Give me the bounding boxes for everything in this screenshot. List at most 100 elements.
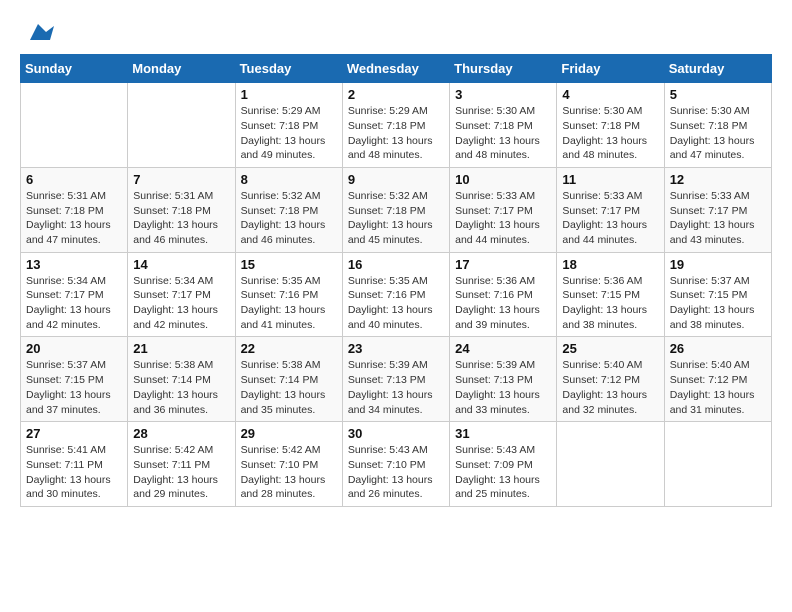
logo: [20, 20, 54, 44]
calendar-day-cell: 3 Sunrise: 5:30 AM Sunset: 7:18 PM Daylig…: [450, 83, 557, 168]
day-info: Sunrise: 5:29 AM Sunset: 7:18 PM Dayligh…: [348, 104, 444, 163]
day-info: Sunrise: 5:29 AM Sunset: 7:18 PM Dayligh…: [241, 104, 337, 163]
day-number: 4: [562, 87, 658, 102]
calendar-day-cell: 15 Sunrise: 5:35 AM Sunset: 7:16 PM Dayli…: [235, 252, 342, 337]
calendar-day-cell: 26Sunrise: 5:40 AM Sunset: 7:12 PM Dayli…: [664, 337, 771, 422]
day-info: Sunrise: 5:30 AM Sunset: 7:18 PM Dayligh…: [562, 104, 658, 163]
day-number: 6: [26, 172, 122, 187]
calendar-day-cell: 23Sunrise: 5:39 AM Sunset: 7:13 PM Dayli…: [342, 337, 449, 422]
day-info: Sunrise: 5:34 AM Sunset: 7:17 PM Dayligh…: [26, 274, 122, 333]
day-info: Sunrise: 5:36 AM Sunset: 7:15 PM Dayligh…: [562, 274, 658, 333]
day-info: Sunrise: 5:40 AM Sunset: 7:12 PM Dayligh…: [670, 358, 766, 417]
calendar-day-cell: [557, 422, 664, 507]
calendar-day-cell: [21, 83, 128, 168]
day-info: Sunrise: 5:42 AM Sunset: 7:10 PM Dayligh…: [241, 443, 337, 502]
calendar-day-cell: 14Sunrise: 5:34 AM Sunset: 7:17 PM Dayli…: [128, 252, 235, 337]
day-number: 24: [455, 341, 551, 356]
day-number: 13: [26, 257, 122, 272]
calendar-table: SundayMondayTuesdayWednesdayThursdayFrid…: [20, 54, 772, 507]
calendar-day-cell: 11 Sunrise: 5:33 AM Sunset: 7:17 PM Dayli…: [557, 167, 664, 252]
calendar-week-row: 6 Sunrise: 5:31 AM Sunset: 7:18 PM Daylig…: [21, 167, 772, 252]
calendar-day-cell: 21 Sunrise: 5:38 AM Sunset: 7:14 PM Dayli…: [128, 337, 235, 422]
day-number: 1: [241, 87, 337, 102]
day-number: 17: [455, 257, 551, 272]
day-number: 30: [348, 426, 444, 441]
calendar-day-cell: 28Sunrise: 5:42 AM Sunset: 7:11 PM Dayli…: [128, 422, 235, 507]
calendar-day-cell: 13 Sunrise: 5:34 AM Sunset: 7:17 PM Dayli…: [21, 252, 128, 337]
day-number: 15: [241, 257, 337, 272]
day-info: Sunrise: 5:33 AM Sunset: 7:17 PM Dayligh…: [670, 189, 766, 248]
calendar-day-cell: 6Sunrise: 5:31 AM Sunset: 7:18 PM Daylig…: [21, 167, 128, 252]
calendar-day-cell: 25 Sunrise: 5:40 AM Sunset: 7:12 PM Dayli…: [557, 337, 664, 422]
logo-bird-icon: [22, 22, 54, 44]
calendar-week-row: 27Sunrise: 5:41 AM Sunset: 7:11 PM Dayli…: [21, 422, 772, 507]
calendar-day-cell: 4 Sunrise: 5:30 AM Sunset: 7:18 PM Daylig…: [557, 83, 664, 168]
day-info: Sunrise: 5:33 AM Sunset: 7:17 PM Dayligh…: [562, 189, 658, 248]
calendar-day-cell: [128, 83, 235, 168]
calendar-day-cell: 10Sunrise: 5:33 AM Sunset: 7:17 PM Dayli…: [450, 167, 557, 252]
day-number: 20: [26, 341, 122, 356]
calendar-day-cell: 2 Sunrise: 5:29 AM Sunset: 7:18 PM Daylig…: [342, 83, 449, 168]
day-number: 10: [455, 172, 551, 187]
day-of-week-header: Sunday: [21, 55, 128, 83]
calendar-day-cell: 22Sunrise: 5:38 AM Sunset: 7:14 PM Dayli…: [235, 337, 342, 422]
day-number: 5: [670, 87, 766, 102]
calendar-day-cell: 7 Sunrise: 5:31 AM Sunset: 7:18 PM Daylig…: [128, 167, 235, 252]
day-info: Sunrise: 5:37 AM Sunset: 7:15 PM Dayligh…: [670, 274, 766, 333]
page-header: [20, 20, 772, 44]
day-info: Sunrise: 5:31 AM Sunset: 7:18 PM Dayligh…: [133, 189, 229, 248]
calendar-week-row: 20 Sunrise: 5:37 AM Sunset: 7:15 PM Dayli…: [21, 337, 772, 422]
day-of-week-header: Thursday: [450, 55, 557, 83]
calendar-day-cell: 31 Sunrise: 5:43 AM Sunset: 7:09 PM Dayli…: [450, 422, 557, 507]
day-number: 2: [348, 87, 444, 102]
calendar-day-cell: 9Sunrise: 5:32 AM Sunset: 7:18 PM Daylig…: [342, 167, 449, 252]
day-info: Sunrise: 5:37 AM Sunset: 7:15 PM Dayligh…: [26, 358, 122, 417]
day-of-week-header: Tuesday: [235, 55, 342, 83]
day-info: Sunrise: 5:38 AM Sunset: 7:14 PM Dayligh…: [241, 358, 337, 417]
day-info: Sunrise: 5:39 AM Sunset: 7:13 PM Dayligh…: [455, 358, 551, 417]
calendar-day-cell: 1 Sunrise: 5:29 AM Sunset: 7:18 PM Daylig…: [235, 83, 342, 168]
day-number: 19: [670, 257, 766, 272]
calendar-header-row: SundayMondayTuesdayWednesdayThursdayFrid…: [21, 55, 772, 83]
calendar-day-cell: 8Sunrise: 5:32 AM Sunset: 7:18 PM Daylig…: [235, 167, 342, 252]
day-info: Sunrise: 5:30 AM Sunset: 7:18 PM Dayligh…: [670, 104, 766, 163]
calendar-day-cell: 27Sunrise: 5:41 AM Sunset: 7:11 PM Dayli…: [21, 422, 128, 507]
day-number: 7: [133, 172, 229, 187]
day-number: 21: [133, 341, 229, 356]
day-info: Sunrise: 5:36 AM Sunset: 7:16 PM Dayligh…: [455, 274, 551, 333]
day-number: 31: [455, 426, 551, 441]
day-info: Sunrise: 5:42 AM Sunset: 7:11 PM Dayligh…: [133, 443, 229, 502]
calendar-day-cell: 18 Sunrise: 5:36 AM Sunset: 7:15 PM Dayli…: [557, 252, 664, 337]
day-number: 27: [26, 426, 122, 441]
logo-text: [20, 20, 54, 44]
day-of-week-header: Friday: [557, 55, 664, 83]
day-number: 16: [348, 257, 444, 272]
day-info: Sunrise: 5:30 AM Sunset: 7:18 PM Dayligh…: [455, 104, 551, 163]
day-info: Sunrise: 5:35 AM Sunset: 7:16 PM Dayligh…: [348, 274, 444, 333]
day-info: Sunrise: 5:40 AM Sunset: 7:12 PM Dayligh…: [562, 358, 658, 417]
day-number: 9: [348, 172, 444, 187]
day-number: 11: [562, 172, 658, 187]
calendar-day-cell: 12Sunrise: 5:33 AM Sunset: 7:17 PM Dayli…: [664, 167, 771, 252]
day-number: 23: [348, 341, 444, 356]
day-info: Sunrise: 5:43 AM Sunset: 7:10 PM Dayligh…: [348, 443, 444, 502]
day-info: Sunrise: 5:43 AM Sunset: 7:09 PM Dayligh…: [455, 443, 551, 502]
day-of-week-header: Monday: [128, 55, 235, 83]
day-info: Sunrise: 5:35 AM Sunset: 7:16 PM Dayligh…: [241, 274, 337, 333]
day-info: Sunrise: 5:38 AM Sunset: 7:14 PM Dayligh…: [133, 358, 229, 417]
calendar-day-cell: 17 Sunrise: 5:36 AM Sunset: 7:16 PM Dayli…: [450, 252, 557, 337]
calendar-day-cell: 24 Sunrise: 5:39 AM Sunset: 7:13 PM Dayli…: [450, 337, 557, 422]
calendar-day-cell: 30 Sunrise: 5:43 AM Sunset: 7:10 PM Dayli…: [342, 422, 449, 507]
calendar-day-cell: 19 Sunrise: 5:37 AM Sunset: 7:15 PM Dayli…: [664, 252, 771, 337]
day-number: 18: [562, 257, 658, 272]
calendar-week-row: 1 Sunrise: 5:29 AM Sunset: 7:18 PM Daylig…: [21, 83, 772, 168]
day-number: 25: [562, 341, 658, 356]
calendar-day-cell: 29Sunrise: 5:42 AM Sunset: 7:10 PM Dayli…: [235, 422, 342, 507]
day-of-week-header: Saturday: [664, 55, 771, 83]
calendar-day-cell: 20 Sunrise: 5:37 AM Sunset: 7:15 PM Dayli…: [21, 337, 128, 422]
calendar-day-cell: 16 Sunrise: 5:35 AM Sunset: 7:16 PM Dayli…: [342, 252, 449, 337]
day-of-week-header: Wednesday: [342, 55, 449, 83]
day-number: 3: [455, 87, 551, 102]
calendar-day-cell: [664, 422, 771, 507]
calendar-day-cell: 5 Sunrise: 5:30 AM Sunset: 7:18 PM Daylig…: [664, 83, 771, 168]
